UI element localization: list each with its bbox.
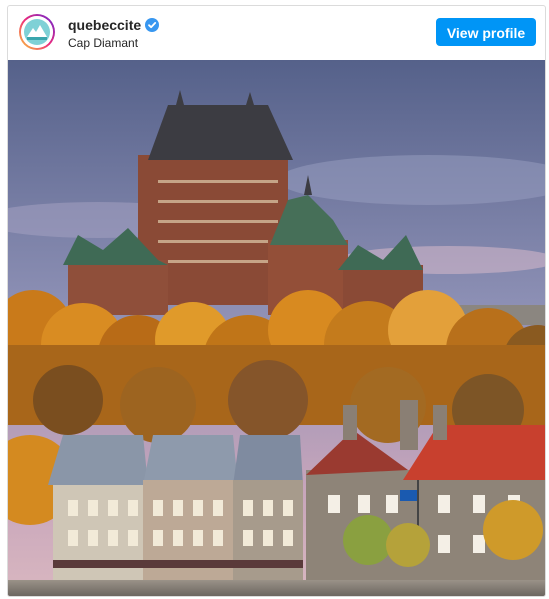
username-line[interactable]: quebeccite <box>68 17 160 35</box>
username[interactable]: quebeccite <box>68 17 141 33</box>
post-header: quebeccite Cap Diamant View profile <box>8 6 545 60</box>
view-profile-button[interactable]: View profile <box>436 18 536 46</box>
post-photo[interactable] <box>8 60 545 596</box>
verified-badge-icon <box>145 18 160 35</box>
location-link[interactable]: Cap Diamant <box>68 36 138 50</box>
instagram-embed-card: quebeccite Cap Diamant View profile <box>7 5 546 597</box>
avatar-logo-icon <box>21 16 53 48</box>
avatar[interactable] <box>19 14 55 50</box>
